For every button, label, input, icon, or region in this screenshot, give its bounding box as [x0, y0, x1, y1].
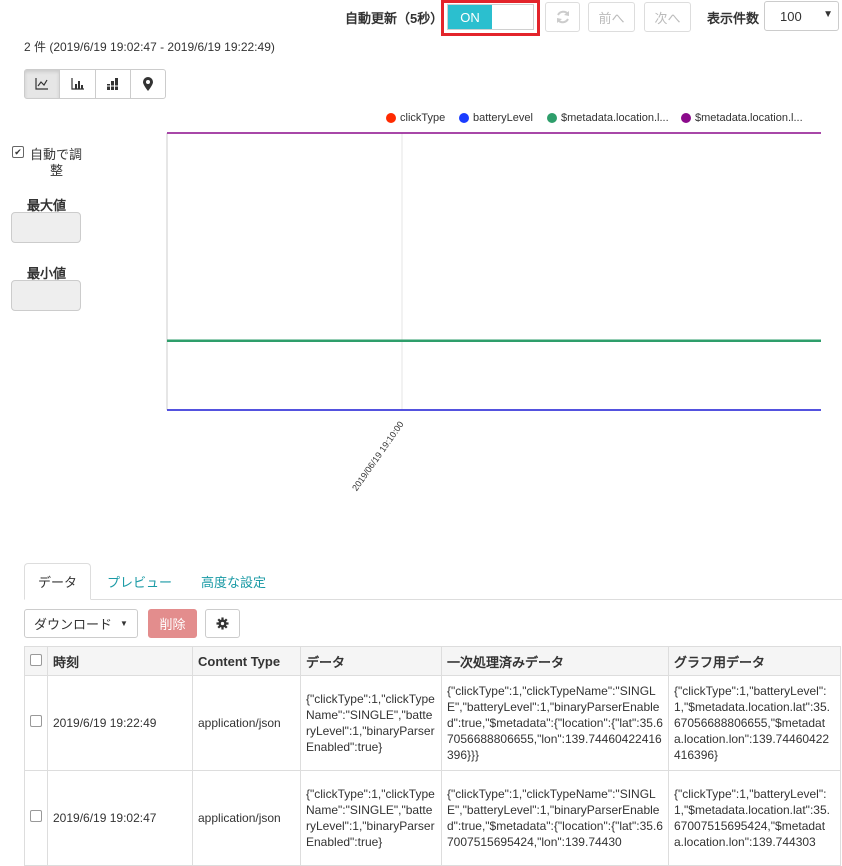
- cell-content-type: application/json: [192, 675, 301, 771]
- tab-advanced-settings[interactable]: 高度な設定: [201, 563, 266, 600]
- prev-button[interactable]: 前へ: [588, 2, 635, 32]
- line-chart: 2019/06/19 19:10:00: [166, 132, 821, 493]
- line-chart-button[interactable]: [24, 69, 60, 99]
- refresh-button[interactable]: [545, 2, 580, 32]
- row-select-cell[interactable]: [24, 770, 48, 866]
- refresh-icon: [556, 10, 569, 24]
- map-button[interactable]: [130, 69, 166, 99]
- column-header-processed-data[interactable]: 一次処理済みデータ: [441, 646, 669, 676]
- select-all-checkbox[interactable]: [30, 653, 42, 666]
- select-all-cell[interactable]: [24, 646, 48, 676]
- bar-chart-icon: [70, 78, 84, 90]
- line-chart-icon: [35, 78, 48, 90]
- cell-time: 2019/6/19 19:02:47: [47, 770, 193, 866]
- column-header-graph-data[interactable]: グラフ用データ: [668, 646, 841, 676]
- chevron-down-icon: ▼: [823, 9, 833, 20]
- caret-down-icon: ▼: [120, 619, 128, 628]
- row-select-cell[interactable]: [24, 675, 48, 771]
- tab-preview[interactable]: プレビュー: [107, 563, 172, 600]
- data-table: 時刻 Content Type データ 一次処理済みデータ グラフ用データ 20…: [24, 646, 841, 866]
- page-size-value: 100: [780, 9, 802, 24]
- x-tick-label: 2019/06/19 19:10:00: [350, 419, 406, 492]
- auto-update-label: 自動更新（5秒）: [345, 11, 444, 26]
- row-checkbox[interactable]: [30, 715, 42, 727]
- table-row[interactable]: 2019/6/19 19:02:47 application/json {"cl…: [24, 770, 841, 866]
- cell-time: 2019/6/19 19:22:49: [47, 675, 193, 771]
- auto-update-toggle[interactable]: ON: [447, 4, 534, 30]
- toggle-on-label: ON: [448, 5, 492, 29]
- table-header-row: 時刻 Content Type データ 一次処理済みデータ グラフ用データ: [24, 646, 841, 676]
- column-header-content-type[interactable]: Content Type: [192, 646, 301, 676]
- page-size-label: 表示件数: [707, 11, 760, 26]
- table-row[interactable]: 2019/6/19 19:22:49 application/json {"cl…: [24, 675, 841, 771]
- cell-graph-data: {"clickType":1,"batteryLevel":1,"$metada…: [668, 770, 841, 866]
- next-button[interactable]: 次へ: [644, 2, 691, 32]
- cell-content-type: application/json: [192, 770, 301, 866]
- delete-button[interactable]: 削除: [148, 609, 197, 638]
- tab-data[interactable]: データ: [24, 563, 91, 600]
- stacked-bar-chart-button[interactable]: [95, 69, 131, 99]
- cell-data: {"clickType":1,"clickTypeName":"SINGLE",…: [300, 770, 442, 866]
- column-header-time[interactable]: 時刻: [47, 646, 193, 676]
- map-pin-icon: [143, 77, 153, 91]
- record-summary: 2 件 (2019/6/19 19:02:47 - 2019/6/19 19:2…: [24, 40, 275, 54]
- settings-button[interactable]: [205, 609, 240, 638]
- row-checkbox[interactable]: [30, 810, 42, 822]
- cell-processed-data: {"clickType":1,"clickTypeName":"SINGLE",…: [441, 770, 669, 866]
- download-button[interactable]: ダウンロード ▼: [24, 609, 138, 638]
- page-size-select[interactable]: 100 ▼: [764, 1, 839, 31]
- column-header-data[interactable]: データ: [300, 646, 442, 676]
- stacked-bar-chart-icon: [106, 78, 119, 90]
- bar-chart-button[interactable]: [59, 69, 96, 99]
- cell-data: {"clickType":1,"clickTypeName":"SINGLE",…: [300, 675, 442, 771]
- cell-graph-data: {"clickType":1,"batteryLevel":1,"$metada…: [668, 675, 841, 771]
- gear-icon: [216, 617, 229, 630]
- cell-processed-data: {"clickType":1,"clickTypeName":"SINGLE",…: [441, 675, 669, 771]
- download-label: ダウンロード: [34, 617, 113, 632]
